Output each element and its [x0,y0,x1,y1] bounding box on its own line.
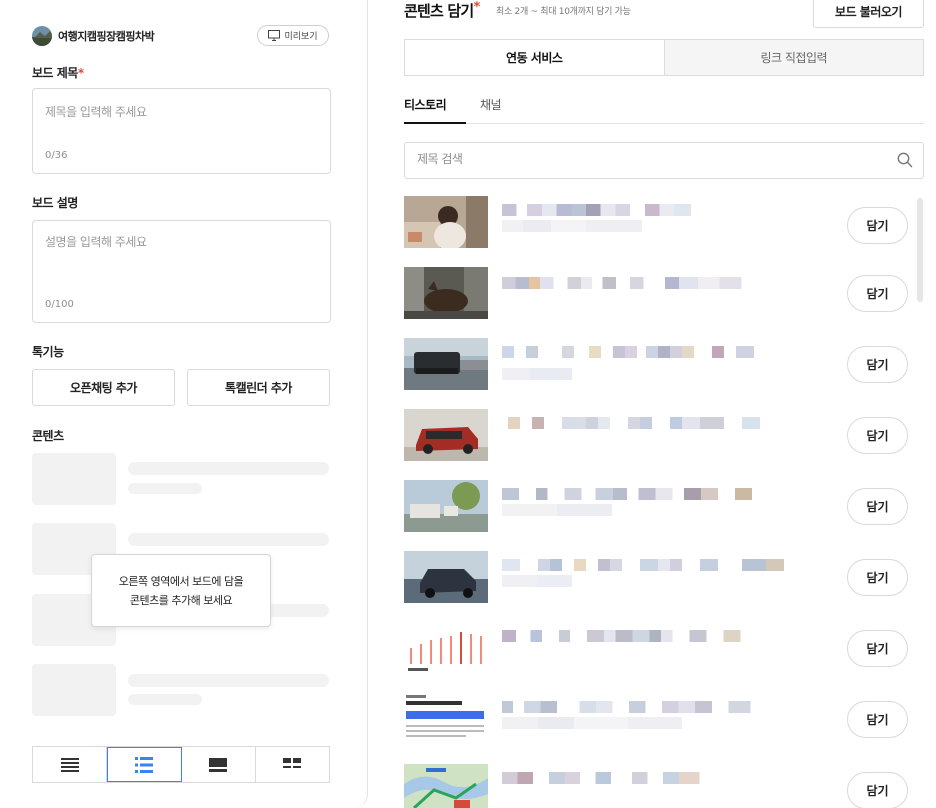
board-editor-panel: 여행지캠핑장캠핑차박 미리보기 보드 제목* 제목을 입력해 주세요 0/36 … [0,0,368,808]
item-thumbnail [404,480,488,532]
add-item-button[interactable]: 담기 [847,207,908,244]
skeleton-line [128,674,329,687]
title-search-input[interactable] [417,152,887,166]
blog-avatar [32,26,52,46]
talk-features-label: 톡기능 [32,345,64,359]
content-list-scrollbar[interactable] [917,198,923,302]
skeleton-thumb [32,664,116,716]
tab-linked-service[interactable]: 연동 서비스 [405,40,664,75]
item-title-blurred [502,277,774,289]
item-title-blurred [502,346,802,358]
list-item: 담기 [404,622,912,678]
add-item-button[interactable]: 담기 [847,417,908,454]
board-title-input[interactable]: 제목을 입력해 주세요 0/36 [32,88,331,174]
skeleton-thumb [32,453,116,505]
skeleton-line [128,483,202,494]
list-item: 담기 [404,764,912,808]
add-item-button[interactable]: 담기 [847,275,908,312]
list-compact-icon [60,757,79,772]
item-title-blurred [502,630,786,642]
board-title-label: 보드 제목* [32,66,84,80]
item-thumbnail [404,338,488,390]
preview-button[interactable]: 미리보기 [257,25,329,46]
item-thumbnail [404,693,488,745]
list-item: 담기 [404,409,912,465]
item-meta-blurred [502,575,572,587]
title-search [404,142,924,179]
talk-calendar-add-button[interactable]: 톡캘린더 추가 [187,369,330,406]
board-desc-counter: 0/100 [45,299,74,310]
tab-direct-link[interactable]: 링크 직접입력 [663,40,923,75]
board-title-placeholder: 제목을 입력해 주세요 [45,105,147,119]
item-title-blurred [502,488,786,500]
item-title-blurred [502,701,778,713]
item-thumbnail [404,551,488,603]
open-chat-add-button[interactable]: 오픈채팅 추가 [32,369,175,406]
add-item-button[interactable]: 담기 [847,701,908,738]
add-item-button[interactable]: 담기 [847,630,908,667]
item-meta-blurred [502,220,642,232]
item-thumbnail [404,622,488,674]
list-item: 담기 [404,338,912,394]
layout-option-list-detail[interactable] [107,747,182,782]
load-board-button[interactable]: 보드 불러오기 [813,0,924,28]
item-title-blurred [502,772,762,784]
tab-tistory[interactable]: 티스토리 [404,96,466,124]
contents-pick-subtitle: 최소 2개 ~ 최대 10개까지 담기 가능 [496,7,631,17]
item-meta-blurred [502,368,572,380]
list-item: 담기 [404,551,912,607]
skeleton-line [128,694,202,705]
add-item-button[interactable]: 담기 [847,559,908,596]
search-icon[interactable] [897,152,913,168]
list-item: 담기 [404,480,912,536]
monitor-icon [268,30,281,41]
item-title-blurred [502,204,712,216]
item-meta-blurred [502,717,682,729]
board-desc-label: 보드 설명 [32,196,78,210]
source-tabs: 연동 서비스 링크 직접입력 [404,39,924,76]
add-item-button[interactable]: 담기 [847,346,908,383]
list-item: 담기 [404,267,912,323]
board-desc-placeholder: 설명을 입력해 주세요 [45,235,147,249]
list-item: 담기 [404,693,912,749]
item-thumbnail [404,267,488,319]
item-thumbnail [404,409,488,461]
empty-contents-tooltip: 오른쪽 영역에서 보드에 담을 콘텐츠를 추가해 보세요 [91,554,271,627]
skeleton-line [128,533,329,546]
content-list: 담기 담기 담기 담기 담기 담기 담기 담기 담기 [404,196,912,808]
grid-icon [283,757,302,768]
layout-option-list-compact[interactable] [33,747,108,782]
board-title-counter: 0/36 [45,150,68,161]
contents-pick-title: 콘텐츠 담기* [404,0,480,20]
contents-label: 콘텐츠 [32,429,64,443]
layout-option-card-wide[interactable] [182,747,256,782]
list-detail-icon [134,756,153,773]
layout-selector [32,746,330,783]
skeleton-line [128,462,329,475]
list-item: 담기 [404,196,912,252]
item-title-blurred [502,559,802,571]
blog-name: 여행지캠핑장캠핑차박 [58,30,155,43]
card-wide-icon [209,757,228,772]
item-meta-blurred [502,504,612,516]
tab-channel[interactable]: 채널 [480,96,502,124]
channel-tabs: 티스토리 채널 [404,96,924,124]
add-item-button[interactable]: 담기 [847,488,908,525]
item-title-blurred [502,417,802,429]
layout-option-grid[interactable] [256,747,329,782]
preview-label: 미리보기 [284,32,318,42]
item-thumbnail [404,764,488,808]
board-desc-input[interactable]: 설명을 입력해 주세요 0/100 [32,220,331,323]
add-item-button[interactable]: 담기 [847,772,908,808]
item-thumbnail [404,196,488,248]
